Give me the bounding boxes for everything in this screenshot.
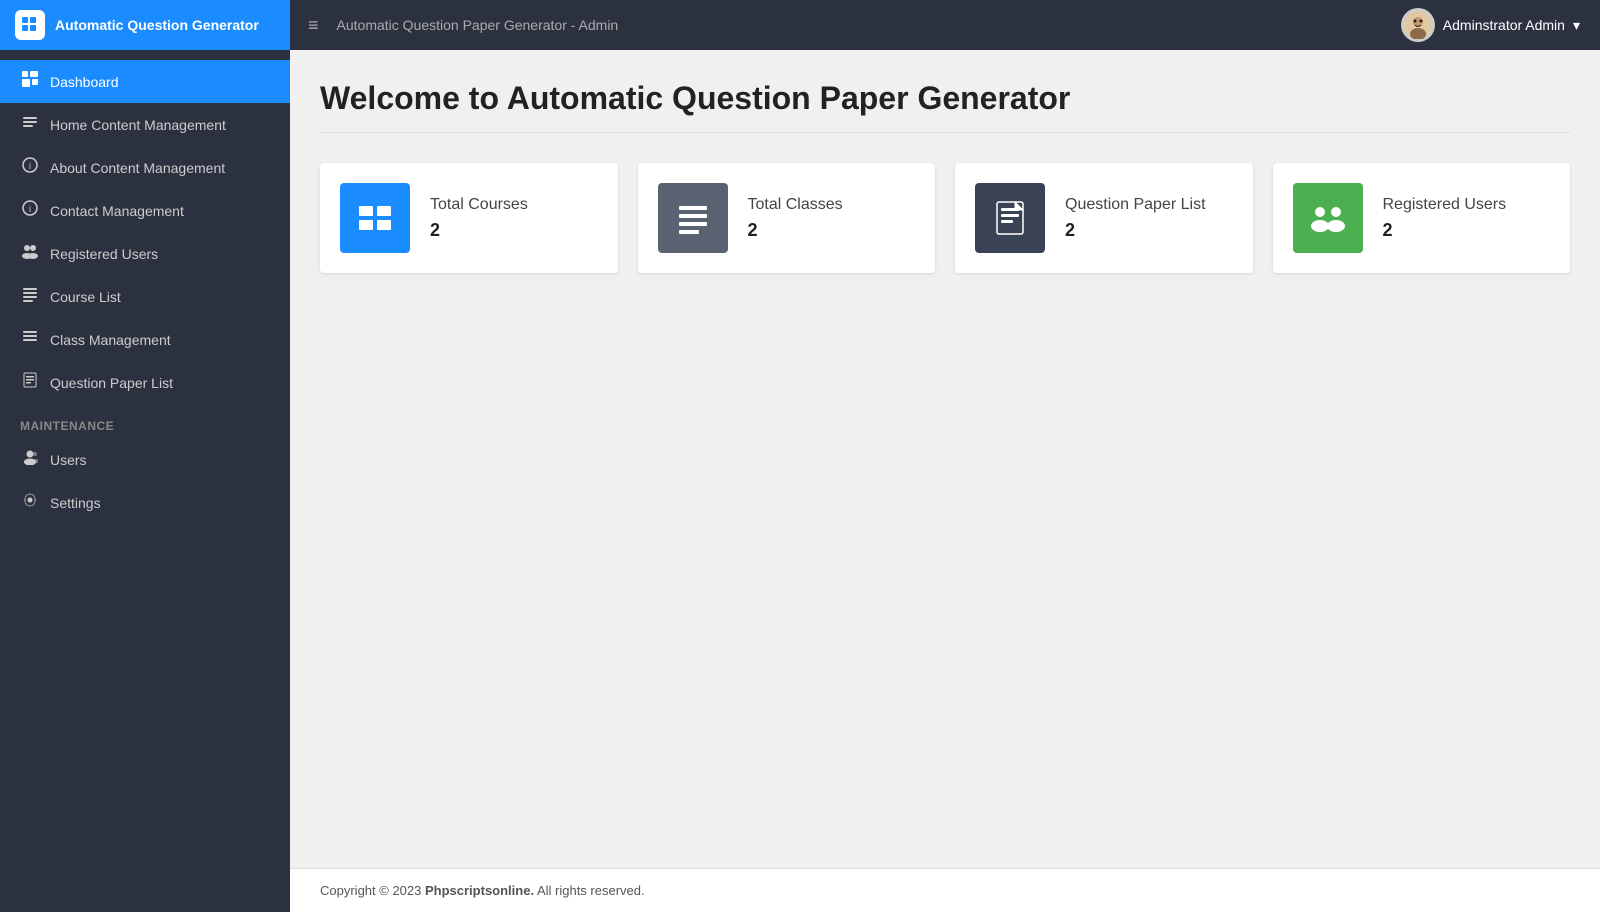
sidebar-item-class-management[interactable]: Class Management bbox=[0, 318, 290, 361]
user-dropdown-icon: ▾ bbox=[1573, 17, 1580, 34]
sidebar-item-settings[interactable]: Settings bbox=[0, 481, 290, 524]
users-icon bbox=[20, 449, 40, 470]
main-content: Welcome to Automatic Question Paper Gene… bbox=[290, 50, 1600, 912]
card-icon-reg-users bbox=[1293, 183, 1363, 253]
card-label-classes: Total Classes bbox=[748, 196, 843, 214]
footer-rights: All rights reserved. bbox=[534, 883, 645, 898]
user-menu[interactable]: Adminstrator Admin ▾ bbox=[1381, 8, 1600, 42]
sidebar-item-home-content[interactable]: Home Content Management bbox=[0, 103, 290, 146]
dashboard-icon bbox=[20, 71, 40, 92]
dashboard-cards-row: Total Courses 2 To bbox=[320, 163, 1570, 273]
card-info-courses: Total Courses 2 bbox=[430, 196, 528, 241]
card-info-classes: Total Classes 2 bbox=[748, 196, 843, 241]
card-icon-courses bbox=[340, 183, 410, 253]
card-label-courses: Total Courses bbox=[430, 196, 528, 214]
sidebar-item-dashboard[interactable]: Dashboard bbox=[0, 60, 290, 103]
sidebar-item-label: Users bbox=[50, 452, 87, 468]
settings-icon bbox=[20, 492, 40, 513]
card-info-reg-users: Registered Users 2 bbox=[1383, 196, 1507, 241]
sidebar-item-label: Settings bbox=[50, 495, 101, 511]
navbar-brand: Automatic Question Generator bbox=[0, 0, 290, 50]
sidebar-item-users[interactable]: Users bbox=[0, 438, 290, 481]
content-area: Welcome to Automatic Question Paper Gene… bbox=[290, 50, 1600, 868]
sidebar-item-label: Dashboard bbox=[50, 74, 119, 90]
course-list-icon bbox=[20, 286, 40, 307]
sidebar-item-label: About Content Management bbox=[50, 160, 225, 176]
sidebar-toggle[interactable]: ≡ bbox=[290, 15, 337, 36]
card-label-paper: Question Paper List bbox=[1065, 196, 1206, 214]
card-question-paper: Question Paper List 2 bbox=[955, 163, 1253, 273]
sidebar-item-label: Course List bbox=[50, 289, 121, 305]
sidebar-nav: Dashboard Home Content Management i bbox=[0, 50, 290, 534]
svg-text:i: i bbox=[29, 204, 31, 214]
about-content-icon: i bbox=[20, 157, 40, 178]
main-footer: Copyright © 2023 Phpscriptsonline. All r… bbox=[290, 868, 1600, 912]
page-title: Welcome to Automatic Question Paper Gene… bbox=[320, 80, 1570, 133]
card-value-reg-users: 2 bbox=[1383, 220, 1507, 241]
card-registered-users: Registered Users 2 bbox=[1273, 163, 1571, 273]
page-wrapper: Dashboard Home Content Management i bbox=[0, 50, 1600, 912]
sidebar-item-label: Registered Users bbox=[50, 246, 158, 262]
card-info-paper: Question Paper List 2 bbox=[1065, 196, 1206, 241]
card-value-classes: 2 bbox=[748, 220, 843, 241]
registered-users-icon bbox=[20, 243, 40, 264]
brand-icon bbox=[15, 10, 45, 40]
card-value-courses: 2 bbox=[430, 220, 528, 241]
brand-text: Automatic Question Generator bbox=[55, 17, 259, 33]
card-icon-paper bbox=[975, 183, 1045, 253]
sidebar-item-label: Contact Management bbox=[50, 203, 184, 219]
sidebar-item-label: Class Management bbox=[50, 332, 171, 348]
maintenance-section-title: Maintenance bbox=[0, 404, 290, 438]
sidebar-item-label: Question Paper List bbox=[50, 375, 173, 391]
sidebar-item-contact[interactable]: i Contact Management bbox=[0, 189, 290, 232]
question-paper-icon bbox=[20, 372, 40, 393]
user-name: Adminstrator Admin bbox=[1443, 17, 1565, 33]
card-total-courses: Total Courses 2 bbox=[320, 163, 618, 273]
sidebar: Dashboard Home Content Management i bbox=[0, 50, 290, 912]
user-avatar bbox=[1401, 8, 1435, 42]
sidebar-item-course-list[interactable]: Course List bbox=[0, 275, 290, 318]
sidebar-item-question-paper-list[interactable]: Question Paper List bbox=[0, 361, 290, 404]
class-management-icon bbox=[20, 329, 40, 350]
sidebar-item-label: Home Content Management bbox=[50, 117, 226, 133]
top-navbar: Automatic Question Generator ≡ Automatic… bbox=[0, 0, 1600, 50]
svg-text:i: i bbox=[29, 161, 31, 171]
footer-brand: Phpscriptsonline. bbox=[425, 883, 534, 898]
card-label-reg-users: Registered Users bbox=[1383, 196, 1507, 214]
footer-copyright: Copyright © 2023 bbox=[320, 883, 425, 898]
navbar-page-title: Automatic Question Paper Generator - Adm… bbox=[337, 17, 1381, 33]
card-total-classes: Total Classes 2 bbox=[638, 163, 936, 273]
sidebar-item-about-content[interactable]: i About Content Management bbox=[0, 146, 290, 189]
contact-icon: i bbox=[20, 200, 40, 221]
home-content-icon bbox=[20, 114, 40, 135]
card-icon-classes bbox=[658, 183, 728, 253]
card-value-paper: 2 bbox=[1065, 220, 1206, 241]
sidebar-item-registered-users[interactable]: Registered Users bbox=[0, 232, 290, 275]
